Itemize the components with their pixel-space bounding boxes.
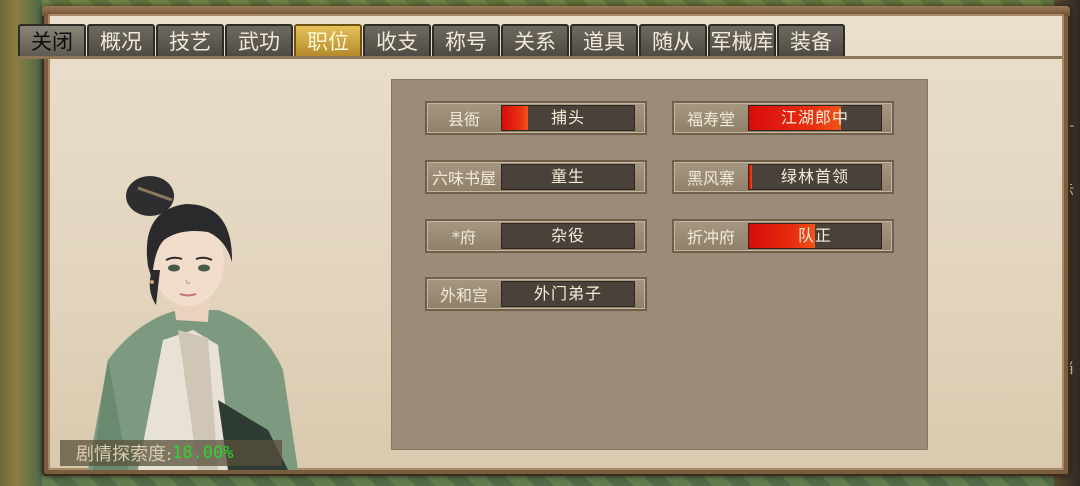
- position-row[interactable]: 县衙 捕头: [425, 101, 647, 135]
- tab-overview[interactable]: 概况: [87, 24, 155, 56]
- tab-titles[interactable]: 称号: [432, 24, 500, 56]
- tab-armory[interactable]: 军械库: [708, 24, 776, 56]
- position-progress-bar: 童生: [501, 164, 635, 190]
- position-rank: 杂役: [550, 226, 585, 245]
- position-org: 外和宫: [439, 286, 488, 305]
- tab-skills[interactable]: 技艺: [156, 24, 224, 56]
- position-row[interactable]: 外和宫 外门弟子: [425, 277, 647, 311]
- position-rank: 外门弟子: [533, 284, 602, 303]
- position-org: 六味书屋: [431, 169, 496, 188]
- position-rank: 江湖郎中: [780, 108, 849, 127]
- positions-panel: 县衙 捕头 福寿堂 江湖郎中 六味书屋 童生 黑风寨 绿林首领 *府 杂役 折冲…: [391, 79, 928, 450]
- tab-positions[interactable]: 职位: [294, 24, 362, 56]
- tab-divider: [18, 56, 1062, 59]
- position-row[interactable]: 六味书屋 童生: [425, 160, 647, 194]
- position-progress-bar: 杂役: [501, 223, 635, 249]
- position-progress-bar: 外门弟子: [501, 281, 635, 307]
- position-org: 福寿堂: [686, 110, 735, 129]
- map-left-edge: [0, 0, 42, 486]
- position-progress-bar: 捕头: [501, 105, 635, 131]
- story-progress-value: 18.00%: [172, 443, 234, 463]
- position-progress-bar: 江湖郎中: [748, 105, 882, 131]
- position-row[interactable]: 福寿堂 江湖郎中: [672, 101, 894, 135]
- position-progress-bar: 绿林首领: [748, 164, 882, 190]
- position-rank: 绿林首领: [780, 167, 849, 186]
- position-row[interactable]: 折冲府 队正: [672, 219, 894, 253]
- position-org: 折冲府: [686, 228, 735, 247]
- position-org: *府: [451, 228, 476, 247]
- position-progress-bar: 队正: [748, 223, 882, 249]
- position-rank: 童生: [550, 167, 585, 186]
- position-row[interactable]: *府 杂役: [425, 219, 647, 253]
- position-row[interactable]: 黑风寨 绿林首领: [672, 160, 894, 194]
- close-tab[interactable]: 关闭: [18, 24, 86, 56]
- position-org: 县衙: [447, 110, 480, 129]
- story-progress-label: 剧情探索度:: [76, 444, 173, 465]
- position-org: 黑风寨: [686, 169, 735, 188]
- tab-equipment[interactable]: 装备: [777, 24, 845, 56]
- story-progress: 剧情探索度: 18.00%: [60, 440, 282, 466]
- tab-items[interactable]: 道具: [570, 24, 638, 56]
- tab-bar: 关闭 概况 技艺 武功 职位 收支 称号 关系 道具 随从 军械库 装备: [18, 24, 845, 58]
- tab-followers[interactable]: 随从: [639, 24, 707, 56]
- tab-income[interactable]: 收支: [363, 24, 431, 56]
- position-rank: 捕头: [550, 108, 585, 127]
- character-portrait: [88, 176, 298, 470]
- tab-relations[interactable]: 关系: [501, 24, 569, 56]
- tab-martial-arts[interactable]: 武功: [225, 24, 293, 56]
- position-rank: 队正: [797, 226, 832, 245]
